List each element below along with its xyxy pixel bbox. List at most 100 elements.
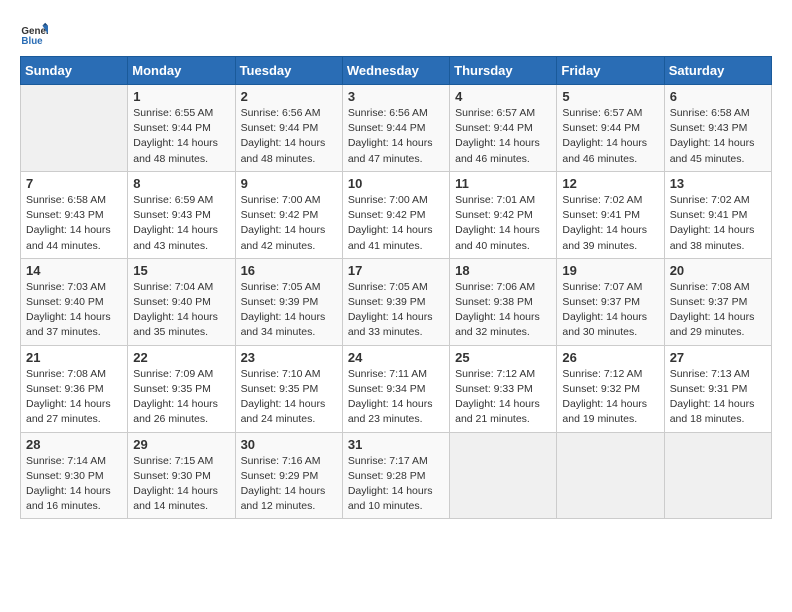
day-info: Sunrise: 7:12 AMSunset: 9:32 PMDaylight:…: [562, 367, 658, 428]
daylight-line2: and 47 minutes.: [348, 152, 444, 167]
daylight-line2: and 35 minutes.: [133, 325, 229, 340]
daylight-line2: and 14 minutes.: [133, 499, 229, 514]
day-number: 1: [133, 89, 229, 104]
daylight-line2: and 32 minutes.: [455, 325, 551, 340]
day-number: 10: [348, 176, 444, 191]
sunrise-text: Sunrise: 7:16 AM: [241, 454, 337, 469]
daylight-line1: Daylight: 14 hours: [455, 223, 551, 238]
daylight-line1: Daylight: 14 hours: [241, 310, 337, 325]
calendar-body: 1Sunrise: 6:55 AMSunset: 9:44 PMDaylight…: [21, 85, 772, 519]
day-cell: 15Sunrise: 7:04 AMSunset: 9:40 PMDayligh…: [128, 258, 235, 345]
day-info: Sunrise: 7:00 AMSunset: 9:42 PMDaylight:…: [348, 193, 444, 254]
logo-icon: General Blue: [20, 20, 48, 48]
sunset-text: Sunset: 9:37 PM: [670, 295, 766, 310]
sunset-text: Sunset: 9:41 PM: [562, 208, 658, 223]
sunrise-text: Sunrise: 7:12 AM: [455, 367, 551, 382]
day-cell: 26Sunrise: 7:12 AMSunset: 9:32 PMDayligh…: [557, 345, 664, 432]
day-info: Sunrise: 7:12 AMSunset: 9:33 PMDaylight:…: [455, 367, 551, 428]
header-row: SundayMondayTuesdayWednesdayThursdayFrid…: [21, 57, 772, 85]
daylight-line2: and 38 minutes.: [670, 239, 766, 254]
sunrise-text: Sunrise: 7:11 AM: [348, 367, 444, 382]
day-info: Sunrise: 7:05 AMSunset: 9:39 PMDaylight:…: [241, 280, 337, 341]
daylight-line2: and 45 minutes.: [670, 152, 766, 167]
day-number: 5: [562, 89, 658, 104]
day-cell: 16Sunrise: 7:05 AMSunset: 9:39 PMDayligh…: [235, 258, 342, 345]
day-number: 22: [133, 350, 229, 365]
daylight-line2: and 24 minutes.: [241, 412, 337, 427]
day-info: Sunrise: 7:02 AMSunset: 9:41 PMDaylight:…: [670, 193, 766, 254]
day-number: 4: [455, 89, 551, 104]
daylight-line2: and 42 minutes.: [241, 239, 337, 254]
daylight-line1: Daylight: 14 hours: [133, 136, 229, 151]
daylight-line1: Daylight: 14 hours: [562, 136, 658, 151]
sunrise-text: Sunrise: 7:08 AM: [670, 280, 766, 295]
daylight-line2: and 18 minutes.: [670, 412, 766, 427]
sunset-text: Sunset: 9:42 PM: [348, 208, 444, 223]
sunset-text: Sunset: 9:44 PM: [133, 121, 229, 136]
day-info: Sunrise: 7:03 AMSunset: 9:40 PMDaylight:…: [26, 280, 122, 341]
daylight-line1: Daylight: 14 hours: [348, 310, 444, 325]
day-cell: 19Sunrise: 7:07 AMSunset: 9:37 PMDayligh…: [557, 258, 664, 345]
day-number: 21: [26, 350, 122, 365]
day-cell: 28Sunrise: 7:14 AMSunset: 9:30 PMDayligh…: [21, 432, 128, 519]
sunrise-text: Sunrise: 7:05 AM: [241, 280, 337, 295]
daylight-line1: Daylight: 14 hours: [670, 136, 766, 151]
sunrise-text: Sunrise: 6:59 AM: [133, 193, 229, 208]
day-cell: 18Sunrise: 7:06 AMSunset: 9:38 PMDayligh…: [450, 258, 557, 345]
day-info: Sunrise: 6:58 AMSunset: 9:43 PMDaylight:…: [26, 193, 122, 254]
day-info: Sunrise: 6:55 AMSunset: 9:44 PMDaylight:…: [133, 106, 229, 167]
day-number: 7: [26, 176, 122, 191]
header-day-tuesday: Tuesday: [235, 57, 342, 85]
daylight-line2: and 10 minutes.: [348, 499, 444, 514]
sunset-text: Sunset: 9:40 PM: [26, 295, 122, 310]
day-cell: 6Sunrise: 6:58 AMSunset: 9:43 PMDaylight…: [664, 85, 771, 172]
day-cell: [664, 432, 771, 519]
daylight-line1: Daylight: 14 hours: [348, 136, 444, 151]
daylight-line2: and 41 minutes.: [348, 239, 444, 254]
daylight-line2: and 19 minutes.: [562, 412, 658, 427]
daylight-line1: Daylight: 14 hours: [26, 223, 122, 238]
sunrise-text: Sunrise: 6:58 AM: [26, 193, 122, 208]
day-number: 23: [241, 350, 337, 365]
sunset-text: Sunset: 9:43 PM: [670, 121, 766, 136]
daylight-line1: Daylight: 14 hours: [562, 223, 658, 238]
sunrise-text: Sunrise: 7:08 AM: [26, 367, 122, 382]
sunset-text: Sunset: 9:28 PM: [348, 469, 444, 484]
calendar-table: SundayMondayTuesdayWednesdayThursdayFrid…: [20, 56, 772, 519]
daylight-line1: Daylight: 14 hours: [670, 397, 766, 412]
sunrise-text: Sunrise: 6:55 AM: [133, 106, 229, 121]
sunset-text: Sunset: 9:43 PM: [133, 208, 229, 223]
day-number: 12: [562, 176, 658, 191]
day-number: 27: [670, 350, 766, 365]
sunset-text: Sunset: 9:39 PM: [348, 295, 444, 310]
header-day-monday: Monday: [128, 57, 235, 85]
daylight-line1: Daylight: 14 hours: [348, 223, 444, 238]
sunrise-text: Sunrise: 7:03 AM: [26, 280, 122, 295]
logo: General Blue: [20, 20, 52, 48]
daylight-line1: Daylight: 14 hours: [455, 310, 551, 325]
header-day-wednesday: Wednesday: [342, 57, 449, 85]
day-cell: 20Sunrise: 7:08 AMSunset: 9:37 PMDayligh…: [664, 258, 771, 345]
sunset-text: Sunset: 9:32 PM: [562, 382, 658, 397]
sunrise-text: Sunrise: 7:07 AM: [562, 280, 658, 295]
day-info: Sunrise: 7:05 AMSunset: 9:39 PMDaylight:…: [348, 280, 444, 341]
day-cell: 5 Sunrise: 6:57 AMSunset: 9:44 PMDaylight…: [557, 85, 664, 172]
daylight-line1: Daylight: 14 hours: [133, 223, 229, 238]
daylight-line2: and 46 minutes.: [455, 152, 551, 167]
sunset-text: Sunset: 9:44 PM: [348, 121, 444, 136]
daylight-line1: Daylight: 14 hours: [26, 397, 122, 412]
day-info: Sunrise: 7:02 AMSunset: 9:41 PMDaylight:…: [562, 193, 658, 254]
daylight-line1: Daylight: 14 hours: [562, 397, 658, 412]
sunrise-text: Sunrise: 7:00 AM: [241, 193, 337, 208]
sunset-text: Sunset: 9:34 PM: [348, 382, 444, 397]
day-number: 13: [670, 176, 766, 191]
daylight-line1: Daylight: 14 hours: [241, 397, 337, 412]
day-cell: [21, 85, 128, 172]
sunrise-text: Sunrise: 6:56 AM: [241, 106, 337, 121]
sunset-text: Sunset: 9:43 PM: [26, 208, 122, 223]
day-info: Sunrise: 7:08 AMSunset: 9:36 PMDaylight:…: [26, 367, 122, 428]
daylight-line1: Daylight: 14 hours: [455, 397, 551, 412]
day-cell: 21 Sunrise: 7:08 AMSunset: 9:36 PMDayligh…: [21, 345, 128, 432]
day-info: Sunrise: 6:57 AMSunset: 9:44 PMDaylight:…: [562, 106, 658, 167]
daylight-line2: and 46 minutes.: [562, 152, 658, 167]
